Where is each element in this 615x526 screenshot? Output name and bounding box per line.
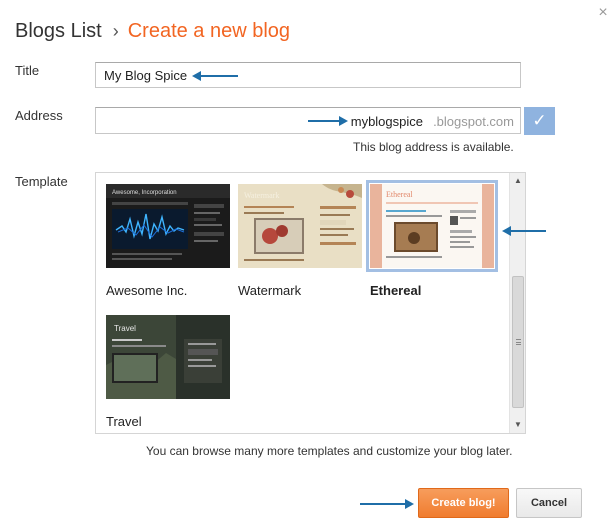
template-thumbnail-title: Watermark [244,191,279,200]
template-name: Ethereal [370,283,422,298]
cancel-button[interactable]: Cancel [516,488,582,518]
template-thumbnail-title: Awesome, Incorporation [112,190,177,196]
breadcrumb-separator-icon: › [112,21,119,41]
template-thumbnail-title: Travel [114,324,136,333]
template-thumbnail-title: Ethereal [386,190,413,199]
address-suffix: .blogspot.com [433,114,514,129]
title-input[interactable] [95,62,521,88]
template-picker: Awesome, Incorporation Awesome Inc. Wate… [95,172,526,434]
template-name: Watermark [238,283,302,298]
breadcrumb-blogs-list-link[interactable]: Blogs List [15,20,102,43]
annotation-arrow-address-icon [308,116,348,126]
breadcrumb: Blogs List › Create a new blog [15,20,290,48]
address-availability-status: This blog address is available. [353,140,514,154]
template-scrollbar[interactable]: ▲ ▼ [509,173,525,433]
template-thumbnail-awesome-inc: Awesome, Incorporation [106,184,230,268]
template-thumbnail-ethereal: Ethereal [366,180,498,272]
annotation-arrow-template-icon [502,226,546,236]
annotation-arrow-create-icon [360,499,414,509]
scroll-up-icon[interactable]: ▲ [510,173,525,189]
template-ethereal[interactable]: Ethereal Ethereal [366,180,498,300]
annotation-arrow-title-icon [192,71,238,81]
address-available-check-icon: ✓ [524,107,555,135]
template-watermark[interactable]: Watermark Watermark [238,184,362,300]
grip-icon [516,339,521,345]
template-name: Travel [106,414,142,429]
template-awesome-inc[interactable]: Awesome, Incorporation Awesome Inc. [106,184,230,300]
address-label: Address [15,108,63,123]
close-icon[interactable]: × [596,5,610,21]
template-label: Template [15,174,68,189]
create-blog-button[interactable]: Create blog! [418,488,509,518]
scroll-down-icon[interactable]: ▼ [510,417,525,433]
address-value: myblogspice [350,114,423,129]
template-thumbnail-travel: Travel [106,315,230,399]
template-grid: Awesome, Incorporation Awesome Inc. Wate… [96,173,510,433]
browse-templates-note: You can browse many more templates and c… [146,444,513,458]
template-travel[interactable]: Travel Travel [106,315,230,431]
page-title: Create a new blog [127,20,291,42]
template-name: Awesome Inc. [106,283,188,298]
create-blog-dialog: Blogs List › Create a new blog × Title A… [0,0,615,526]
scrollbar-thumb[interactable] [512,276,524,408]
template-thumbnail-watermark: Watermark [238,184,362,268]
title-label: Title [15,63,40,78]
